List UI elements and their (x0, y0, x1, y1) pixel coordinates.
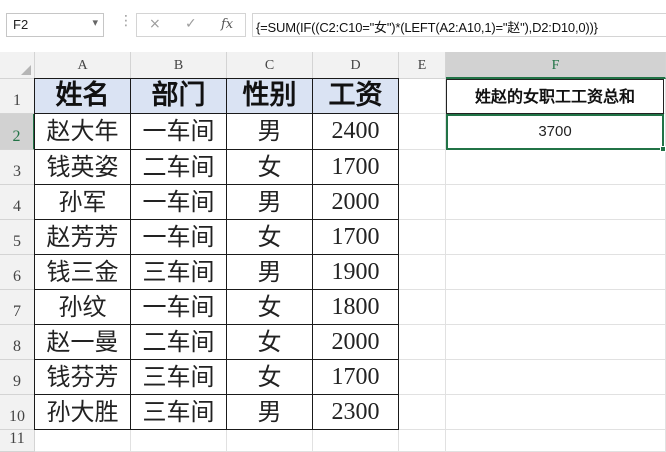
row-header[interactable]: 1 (0, 79, 35, 114)
row-header[interactable]: 4 (0, 185, 35, 220)
table-cell[interactable]: 钱三金 (34, 254, 131, 290)
table-cell[interactable]: 1700 (312, 149, 399, 185)
grid-cell[interactable] (399, 150, 446, 185)
table-cell[interactable]: 一车间 (130, 184, 227, 220)
column-header-a[interactable]: A (35, 52, 131, 79)
insert-function-icon[interactable]: fx (221, 17, 233, 32)
table-cell[interactable]: 三车间 (130, 359, 227, 395)
row-header[interactable]: 5 (0, 220, 35, 255)
table-header-cell[interactable]: 姓名 (34, 78, 131, 114)
grid-cell[interactable] (227, 430, 313, 452)
name-box-value: F2 (13, 17, 29, 32)
row-header[interactable]: 7 (0, 290, 35, 325)
formula-text: {=SUM(IF((C2:C10="女")*(LEFT(A2:A10,1)="赵… (256, 20, 598, 35)
table-cell[interactable]: 孙大胜 (34, 394, 131, 430)
row-header[interactable]: 11 (0, 430, 35, 452)
formula-input[interactable]: {=SUM(IF((C2:C10="女")*(LEFT(A2:A10,1)="赵… (252, 13, 666, 37)
table-cell[interactable]: 女 (226, 289, 313, 325)
table-header-cell[interactable]: 部门 (130, 78, 227, 114)
table-cell[interactable]: 1800 (312, 289, 399, 325)
row-header[interactable]: 2 (0, 114, 35, 150)
table-cell[interactable]: 二车间 (130, 149, 227, 185)
grid-cell[interactable] (446, 185, 666, 220)
grid-cell[interactable] (399, 395, 446, 430)
table-header-cell[interactable]: 性别 (226, 78, 313, 114)
more-icon: ⋮ (119, 13, 133, 29)
table-header-cell[interactable]: 工资 (312, 78, 399, 114)
grid-cell[interactable] (446, 325, 666, 360)
row-header[interactable]: 8 (0, 325, 35, 360)
table-cell[interactable]: 女 (226, 359, 313, 395)
table-cell[interactable]: 1700 (312, 359, 399, 395)
result-label-cell[interactable]: 姓赵的女职工工资总和 (446, 79, 664, 114)
grid-cell[interactable] (131, 430, 227, 452)
table-cell[interactable]: 一车间 (130, 113, 227, 150)
table-cell[interactable]: 一车间 (130, 289, 227, 325)
table-cell[interactable]: 三车间 (130, 394, 227, 430)
grid-cell[interactable] (446, 220, 666, 255)
table-cell[interactable]: 赵芳芳 (34, 219, 131, 255)
grid-cell[interactable] (399, 325, 446, 360)
column-header-f[interactable]: F (446, 52, 666, 79)
table-cell[interactable]: 钱英姿 (34, 149, 131, 185)
grid-cell[interactable] (313, 430, 399, 452)
table-cell[interactable]: 男 (226, 184, 313, 220)
table-cell[interactable]: 女 (226, 324, 313, 360)
grid-cell[interactable] (446, 255, 666, 290)
column-header-c[interactable]: C (227, 52, 313, 79)
formula-buttons: × ✓ fx (136, 13, 246, 37)
row-header[interactable]: 9 (0, 360, 35, 395)
formula-bar: F2 ▾ ⋮ × ✓ fx {=SUM(IF((C2:C10="女")*(LEF… (0, 0, 666, 52)
table-cell[interactable]: 赵一曼 (34, 324, 131, 360)
enter-icon[interactable]: ✓ (185, 16, 197, 32)
table-cell[interactable]: 一车间 (130, 219, 227, 255)
grid-cell[interactable] (399, 255, 446, 290)
table-cell[interactable]: 1900 (312, 254, 399, 290)
table-cell[interactable]: 钱芬芳 (34, 359, 131, 395)
table-cell[interactable]: 三车间 (130, 254, 227, 290)
table-cell[interactable]: 二车间 (130, 324, 227, 360)
grid-cell[interactable] (446, 290, 666, 325)
result-value-cell[interactable]: 3700 (446, 114, 664, 150)
grid-cell[interactable] (399, 430, 446, 452)
name-box[interactable]: F2 ▾ (6, 13, 104, 37)
table-cell[interactable]: 孙纹 (34, 289, 131, 325)
grid-cell[interactable] (446, 360, 666, 395)
select-all-corner[interactable] (0, 52, 35, 79)
table-cell[interactable]: 男 (226, 254, 313, 290)
table-cell[interactable]: 男 (226, 113, 313, 150)
table-cell[interactable]: 2400 (312, 113, 399, 150)
column-header-e[interactable]: E (399, 52, 446, 79)
grid-cell[interactable] (399, 185, 446, 220)
table-cell[interactable]: 2000 (312, 184, 399, 220)
grid-cell[interactable] (446, 430, 666, 452)
table-cell[interactable]: 1700 (312, 219, 399, 255)
grid-cell[interactable] (399, 79, 446, 114)
table-cell[interactable]: 女 (226, 149, 313, 185)
table-cell[interactable]: 女 (226, 219, 313, 255)
table-cell[interactable]: 赵大年 (34, 113, 131, 150)
chevron-down-icon[interactable]: ▾ (92, 16, 98, 29)
grid-cell[interactable] (399, 290, 446, 325)
column-header-d[interactable]: D (313, 52, 399, 79)
grid-cell[interactable] (446, 150, 666, 185)
fill-handle[interactable] (660, 146, 666, 152)
grid-cell[interactable] (446, 395, 666, 430)
row-header[interactable]: 3 (0, 150, 35, 185)
cancel-icon[interactable]: × (149, 16, 161, 32)
table-cell[interactable]: 男 (226, 394, 313, 430)
row-header[interactable]: 6 (0, 255, 35, 290)
table-cell[interactable]: 孙军 (34, 184, 131, 220)
column-header-b[interactable]: B (131, 52, 227, 79)
grid-cell[interactable] (399, 360, 446, 395)
row-header[interactable]: 10 (0, 395, 35, 430)
grid-cell[interactable] (399, 114, 446, 150)
grid-cell[interactable] (399, 220, 446, 255)
table-cell[interactable]: 2300 (312, 394, 399, 430)
table-cell[interactable]: 2000 (312, 324, 399, 360)
grid-cell[interactable] (35, 430, 131, 452)
